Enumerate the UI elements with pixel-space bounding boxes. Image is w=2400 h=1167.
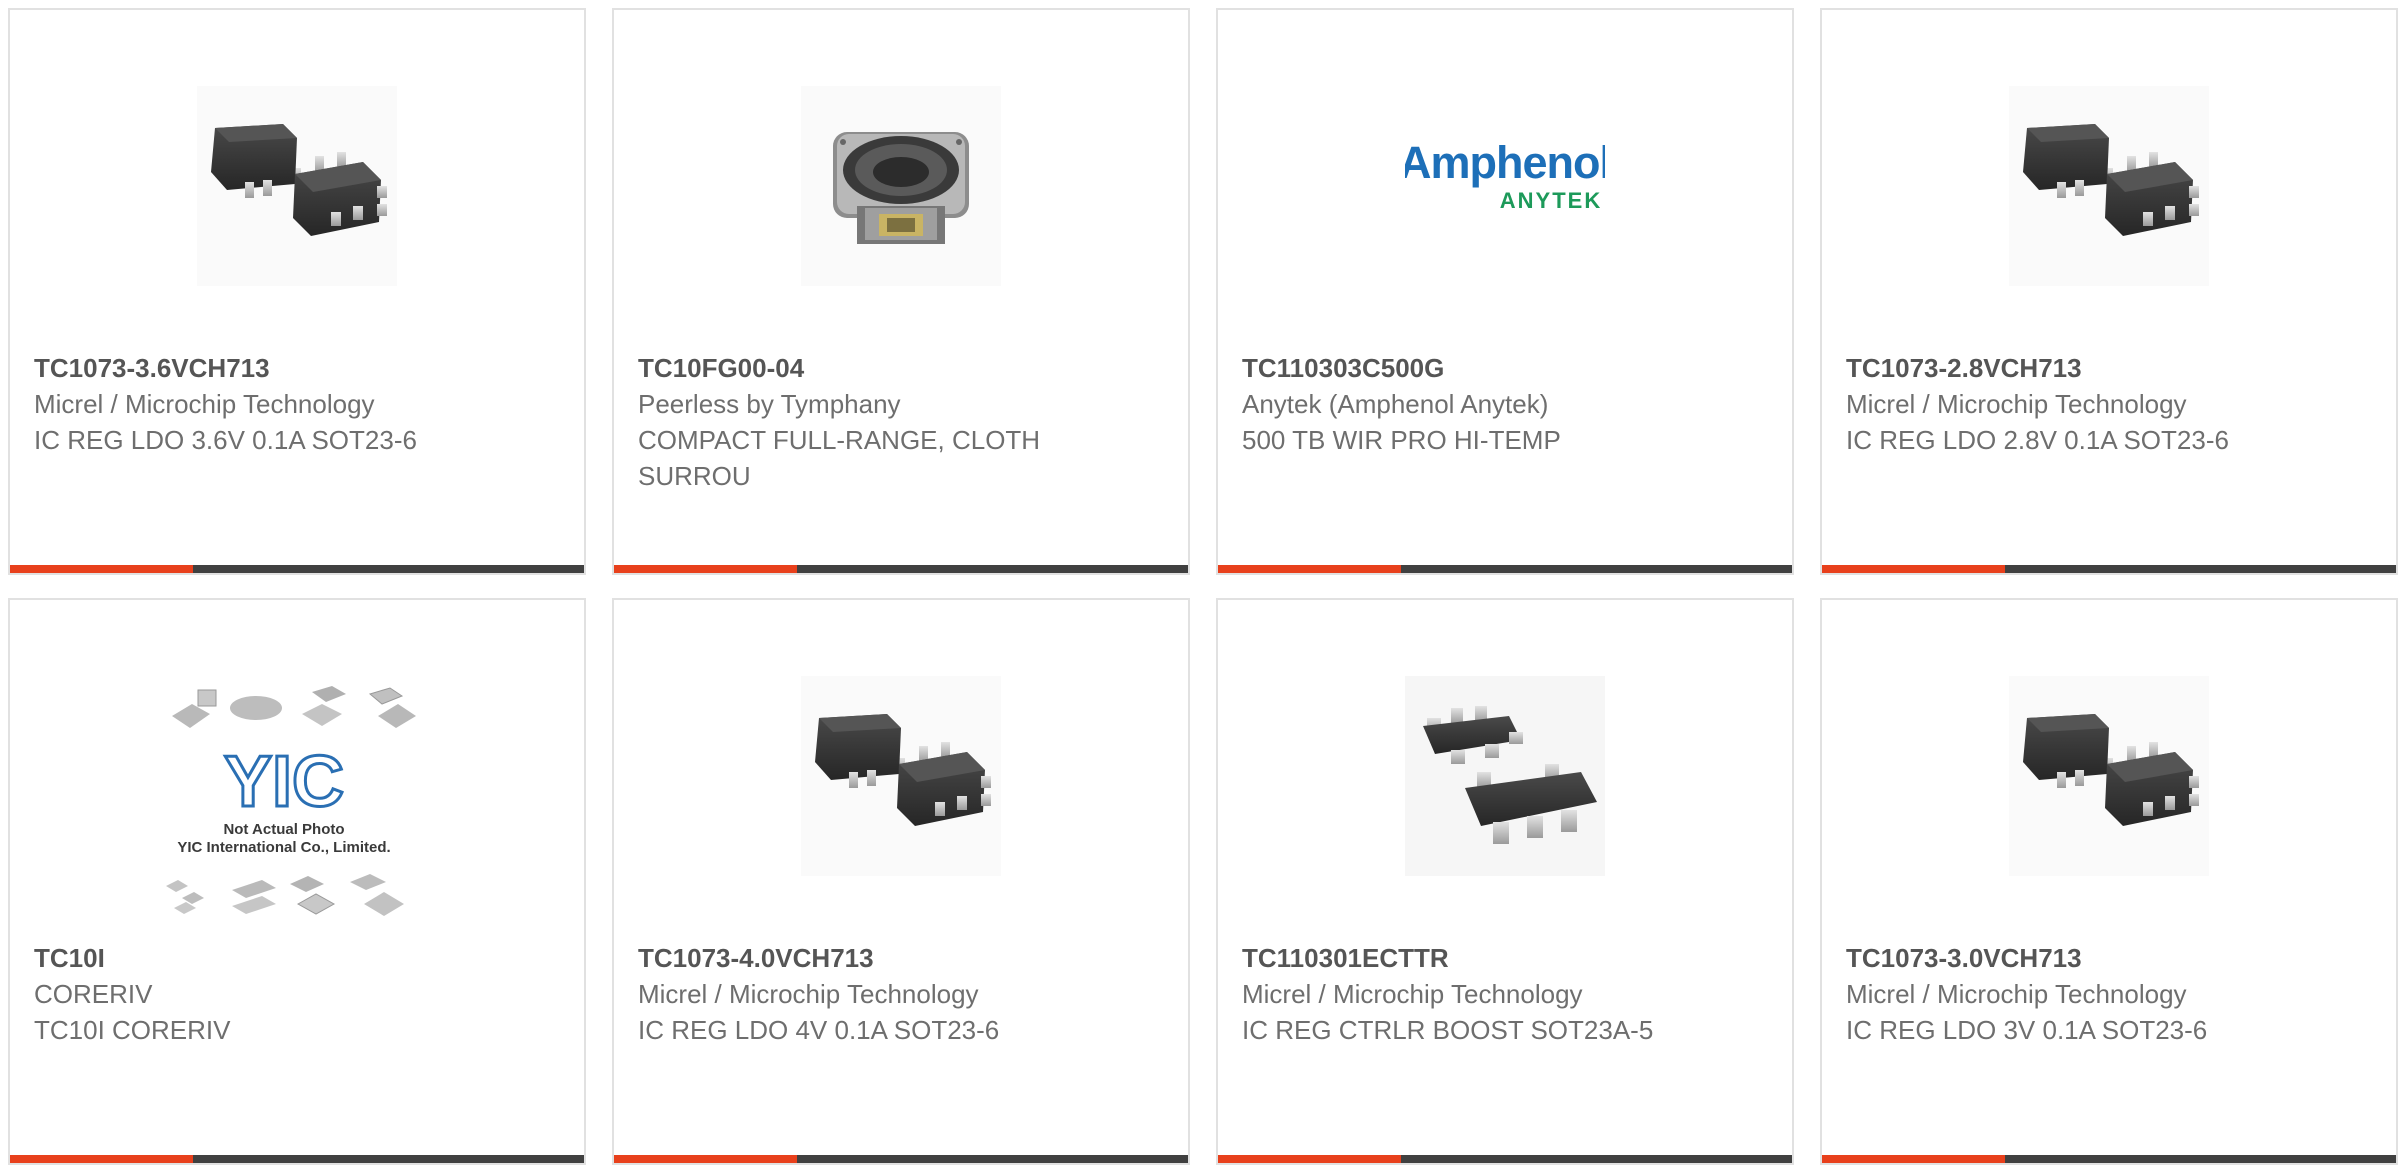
sot23-6-package-icon [801,676,1001,876]
card-accent-bar [1822,565,2396,573]
description: 500 TB WIR PRO HI-TEMP [1242,425,1561,455]
product-image[interactable] [801,676,1001,876]
description: IC REG LDO 3.6V 0.1A SOT23-6 [34,425,417,455]
part-number[interactable]: TC110301ECTTR [1242,940,1768,976]
card-accent-bar [1218,1155,1792,1163]
svg-text:Not Actual Photo: Not Actual Photo [223,821,344,838]
product-info: TC110301ECTTR Micrel / Microchip Technol… [1242,940,1768,1048]
description: COMPACT FULL-RANGE, CLOTH SURROU [638,425,1041,491]
product-image[interactable] [2009,676,2209,876]
manufacturer: Micrel / Microchip Technology [34,389,375,419]
description: IC REG LDO 3V 0.1A SOT23-6 [1846,1015,2208,1045]
not-actual-photo-placeholder-icon: YIC Not Actual Photo YIC International C… [166,686,416,916]
card-accent-bar [10,565,584,573]
product-info: TC1073-4.0VCH713 Micrel / Microchip Tech… [638,940,1164,1048]
product-info: TC1073-3.6VCH713 Micrel / Microchip Tech… [34,350,560,458]
product-image[interactable]: Amphenol ANYTEK [1405,86,1605,286]
product-card[interactable]: TC1073-3.6VCH713 Micrel / Microchip Tech… [8,8,586,575]
product-image[interactable] [197,86,397,286]
product-info: TC10FG00-04 Peerless by Tymphany COMPACT… [638,350,1164,494]
sot23-6-package-icon [2009,676,2209,876]
part-number[interactable]: TC1073-3.6VCH713 [34,350,560,386]
sot23-6-package-icon [197,86,397,286]
manufacturer: Micrel / Microchip Technology [638,979,979,1009]
product-card[interactable]: Amphenol ANYTEK TC110303C500G Anytek (Am… [1216,8,1794,575]
card-accent-bar [10,1155,584,1163]
product-card[interactable]: TC1073-4.0VCH713 Micrel / Microchip Tech… [612,598,1190,1165]
svg-text:YIC: YIC [224,742,344,822]
product-info: TC1073-2.8VCH713 Micrel / Microchip Tech… [1846,350,2372,458]
svg-text:YIC International Co., Limited: YIC International Co., Limited. [177,839,390,856]
card-accent-bar [1218,565,1792,573]
description: IC REG LDO 2.8V 0.1A SOT23-6 [1846,425,2229,455]
description: IC REG LDO 4V 0.1A SOT23-6 [638,1015,1000,1045]
part-number[interactable]: TC1073-3.0VCH713 [1846,940,2372,976]
card-accent-bar [614,565,1188,573]
product-grid: TC1073-3.6VCH713 Micrel / Microchip Tech… [8,8,2398,1165]
product-image[interactable] [801,86,1001,286]
part-number[interactable]: TC10I [34,940,560,976]
manufacturer: Micrel / Microchip Technology [1242,979,1583,1009]
product-image[interactable] [1405,676,1605,876]
part-number[interactable]: TC10FG00-04 [638,350,1164,386]
sot23-5-package-icon [1405,676,1605,876]
card-accent-bar [1822,1155,2396,1163]
product-card[interactable]: YIC Not Actual Photo YIC International C… [8,598,586,1165]
part-number[interactable]: TC1073-4.0VCH713 [638,940,1164,976]
product-card[interactable]: TC10FG00-04 Peerless by Tymphany COMPACT… [612,8,1190,575]
manufacturer: CORERIV [34,979,153,1009]
description: TC10I CORERIV [34,1015,231,1045]
product-image[interactable] [2009,86,2209,286]
amphenol-anytek-logo: Amphenol ANYTEK [1405,137,1605,213]
product-info: TC110303C500G Anytek (Amphenol Anytek) 5… [1242,350,1768,458]
manufacturer: Anytek (Amphenol Anytek) [1242,389,1549,419]
product-info: TC10I CORERIV TC10I CORERIV [34,940,560,1048]
manufacturer: Peerless by Tymphany [638,389,901,419]
svg-text:ANYTEK: ANYTEK [1500,188,1602,213]
card-accent-bar [614,1155,1188,1163]
manufacturer: Micrel / Microchip Technology [1846,389,2187,419]
description: IC REG CTRLR BOOST SOT23A-5 [1242,1015,1654,1045]
speaker-driver-icon [801,86,1001,286]
product-image[interactable]: YIC Not Actual Photo YIC International C… [152,686,442,932]
product-info: TC1073-3.0VCH713 Micrel / Microchip Tech… [1846,940,2372,1048]
product-card[interactable]: TC1073-2.8VCH713 Micrel / Microchip Tech… [1820,8,2398,575]
product-card[interactable]: TC110301ECTTR Micrel / Microchip Technol… [1216,598,1794,1165]
product-card[interactable]: TC1073-3.0VCH713 Micrel / Microchip Tech… [1820,598,2398,1165]
part-number[interactable]: TC1073-2.8VCH713 [1846,350,2372,386]
sot23-6-package-icon [2009,86,2209,286]
manufacturer: Micrel / Microchip Technology [1846,979,2187,1009]
part-number[interactable]: TC110303C500G [1242,350,1768,386]
svg-text:Amphenol: Amphenol [1405,137,1605,188]
